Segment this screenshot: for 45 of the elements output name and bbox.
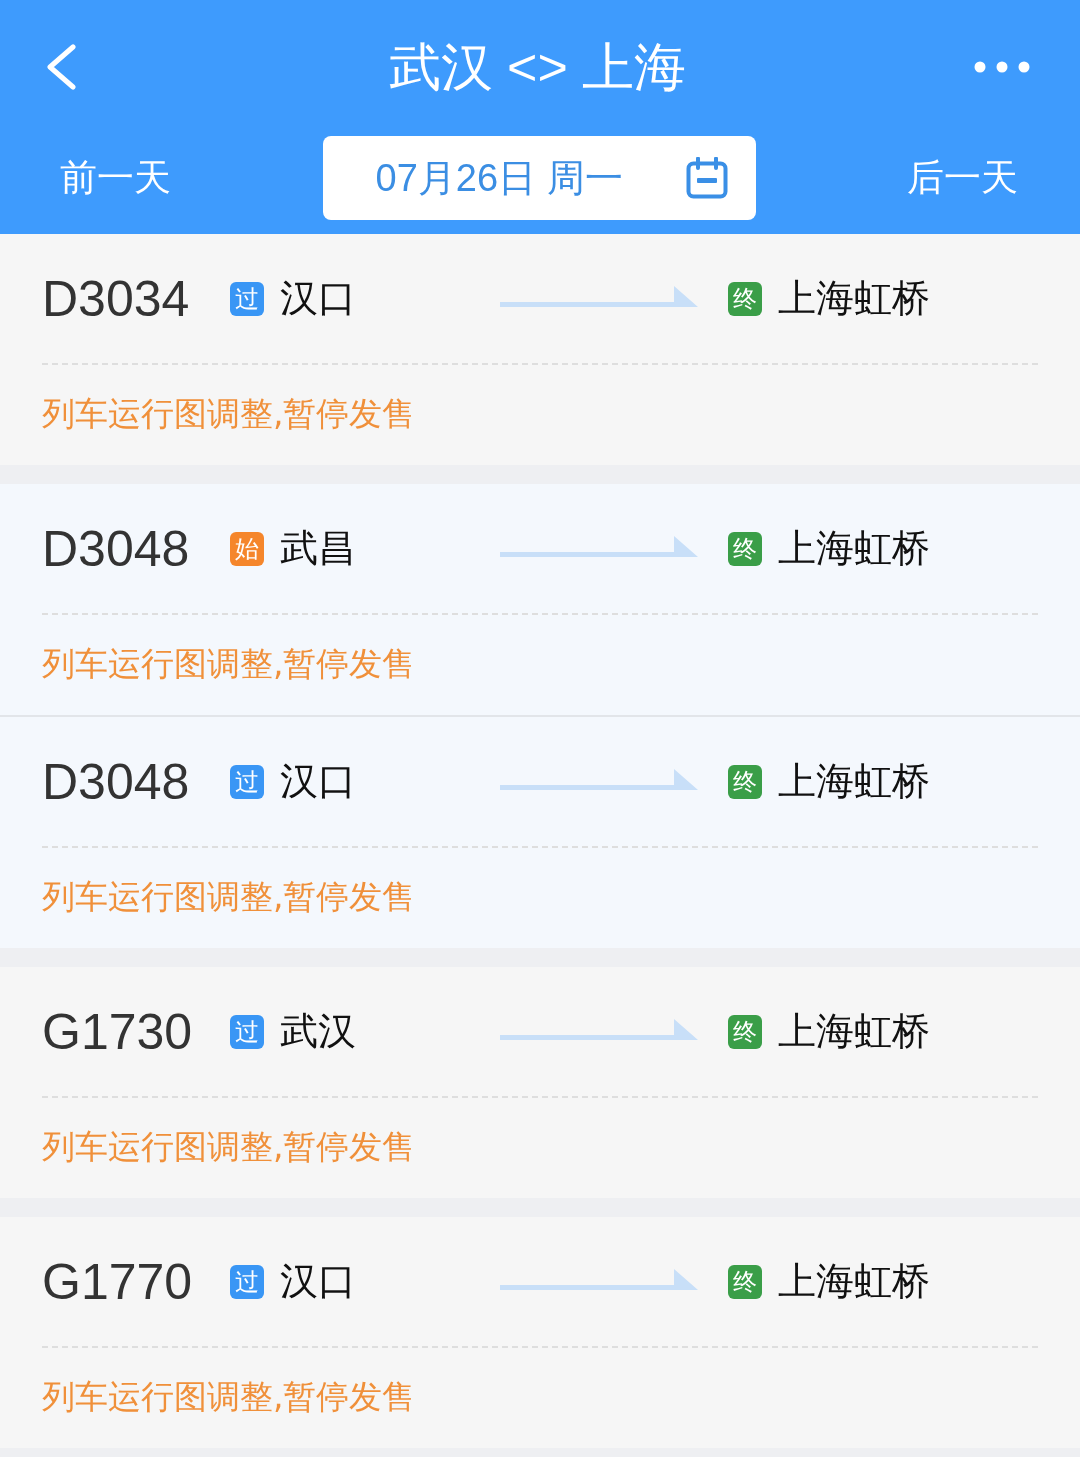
train-card[interactable]: D3048 始 武昌 终 上海虹桥 列车运行图调整,暂停发售 bbox=[0, 484, 1080, 715]
notice-text: 列车运行图调整,暂停发售 bbox=[42, 875, 416, 918]
back-icon bbox=[45, 43, 77, 90]
stop-type-tag: 过 bbox=[230, 1264, 264, 1299]
stop-type-tag: 过 bbox=[230, 764, 264, 799]
back-button[interactable] bbox=[45, 43, 77, 93]
train-number: D3048 bbox=[42, 752, 191, 811]
notice-text: 列车运行图调整,暂停发售 bbox=[42, 642, 416, 685]
stop-type-tag: 过 bbox=[230, 281, 264, 316]
stop-type-tag: 终 bbox=[728, 1014, 762, 1049]
station-name: 汉口 bbox=[280, 1258, 356, 1305]
train-number: D3034 bbox=[42, 269, 191, 328]
route-title: 武汉 <> 上海 bbox=[388, 37, 687, 98]
station-name: 上海虹桥 bbox=[778, 1258, 930, 1305]
stop-type-tag: 过 bbox=[230, 1014, 264, 1049]
station-name: 上海虹桥 bbox=[778, 525, 930, 572]
station-name: 汉口 bbox=[280, 275, 356, 322]
train-number: G1730 bbox=[42, 1002, 194, 1061]
station-name: 上海虹桥 bbox=[778, 1008, 930, 1055]
more-icon bbox=[974, 60, 1030, 73]
stop-type-tag: 终 bbox=[728, 1264, 762, 1299]
arrow-icon bbox=[500, 285, 698, 308]
stop-type-tag: 终 bbox=[728, 764, 762, 799]
train-card[interactable]: D3034 过 汉口 终 上海虹桥 列车运行图调整,暂停发售 bbox=[0, 234, 1080, 465]
train-card[interactable]: D3048 过 汉口 终 上海虹桥 列车运行图调整,暂停发售 bbox=[0, 715, 1080, 948]
station-name: 汉口 bbox=[280, 758, 356, 805]
stop-type-tag: 终 bbox=[728, 281, 762, 316]
stop-type-tag: 始 bbox=[230, 531, 264, 566]
arrow-icon bbox=[500, 1268, 698, 1291]
arrow-icon bbox=[500, 535, 698, 558]
station-name: 武昌 bbox=[280, 525, 356, 572]
arrow-icon bbox=[500, 768, 698, 791]
train-number: G1770 bbox=[42, 1252, 194, 1311]
notice-text: 列车运行图调整,暂停发售 bbox=[42, 392, 416, 435]
train-card[interactable]: G1730 过 武汉 终 上海虹桥 列车运行图调整,暂停发售 bbox=[0, 967, 1080, 1198]
stop-type-tag: 终 bbox=[728, 531, 762, 566]
station-name: 上海虹桥 bbox=[778, 758, 930, 805]
notice-text: 列车运行图调整,暂停发售 bbox=[42, 1125, 416, 1168]
calendar-icon bbox=[685, 157, 728, 199]
arrow-icon bbox=[500, 1018, 698, 1041]
notice-text: 列车运行图调整,暂停发售 bbox=[42, 1375, 416, 1418]
train-number: D3048 bbox=[42, 519, 191, 578]
train-card[interactable]: G1770 过 汉口 终 上海虹桥 列车运行图调整,暂停发售 bbox=[0, 1217, 1080, 1448]
station-name: 武汉 bbox=[280, 1008, 356, 1055]
station-name: 上海虹桥 bbox=[778, 275, 930, 322]
